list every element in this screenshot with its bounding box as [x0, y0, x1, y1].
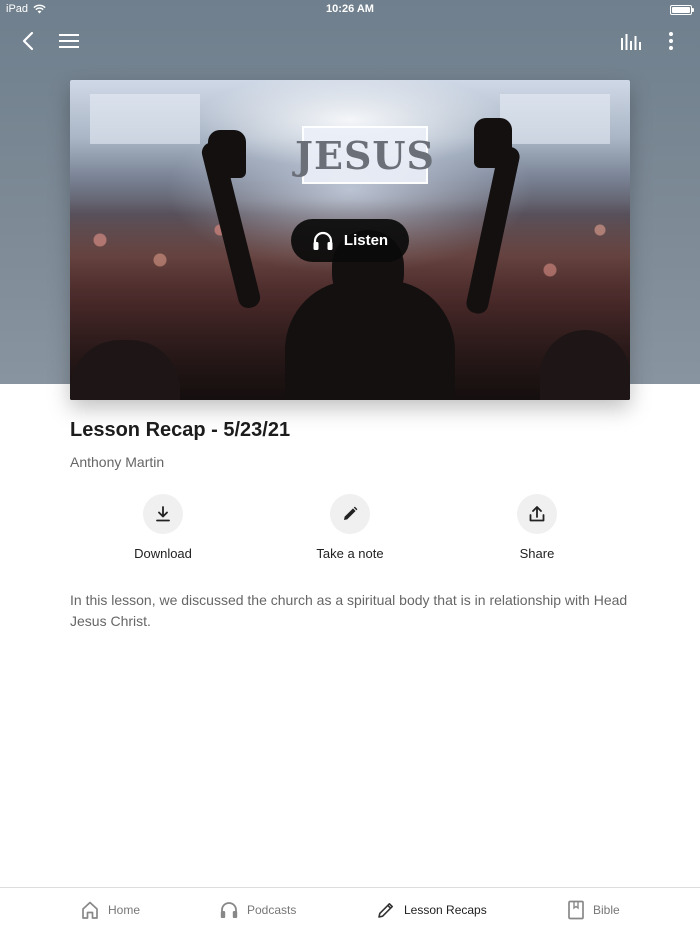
take-note-label: Take a note	[316, 546, 384, 561]
listen-button[interactable]: Listen	[291, 219, 409, 262]
status-bar: iPad 10:26 AM	[0, 0, 700, 20]
chevron-left-icon	[22, 31, 34, 51]
download-label: Download	[134, 546, 192, 561]
share-icon	[529, 506, 545, 522]
equalizer-icon	[621, 34, 641, 50]
tab-podcasts-label: Podcasts	[247, 903, 297, 917]
share-label: Share	[519, 546, 555, 561]
silhouette-left-hand	[208, 130, 246, 178]
tab-lesson-recaps-label: Lesson Recaps	[404, 903, 487, 917]
download-button[interactable]: Download	[93, 494, 233, 561]
pencil-icon	[378, 903, 393, 918]
more-button[interactable]	[656, 26, 686, 56]
back-button[interactable]	[13, 26, 43, 56]
lesson-title: Lesson Recap - 5/23/21	[70, 419, 291, 441]
menu-button[interactable]	[54, 26, 84, 56]
home-icon	[82, 901, 98, 919]
lesson-author: Anthony Martin	[70, 454, 165, 470]
tab-bible[interactable]: Bible	[567, 900, 620, 920]
tab-bible-label: Bible	[593, 903, 620, 917]
listen-label: Listen	[343, 232, 389, 249]
tab-home[interactable]: Home	[80, 900, 140, 920]
lesson-description: In this lesson, we discussed the church …	[70, 592, 628, 629]
stage-screen-right	[500, 94, 610, 144]
share-button[interactable]: Share	[467, 494, 607, 561]
stage-sign-text: JESUS	[295, 132, 435, 178]
take-note-circle	[330, 494, 370, 534]
headphones-icon	[220, 902, 238, 918]
status-time: 10:26 AM	[326, 3, 374, 15]
stage-sign: JESUS	[295, 126, 434, 184]
equalizer-button[interactable]	[616, 26, 646, 56]
bottom-tab-bar: Home Podcasts Lesson Recaps Bible	[0, 887, 700, 934]
take-note-button[interactable]: Take a note	[280, 494, 420, 561]
tab-podcasts[interactable]: Podcasts	[219, 900, 296, 920]
share-circle	[517, 494, 557, 534]
battery-icon	[670, 5, 694, 15]
hamburger-icon	[59, 34, 79, 48]
download-circle	[143, 494, 183, 534]
headphones-icon	[313, 231, 333, 250]
stage-screen-left	[90, 94, 200, 144]
download-icon	[156, 506, 170, 522]
book-icon	[568, 900, 584, 920]
more-vertical-icon	[669, 32, 673, 50]
tab-lesson-recaps[interactable]: Lesson Recaps	[376, 900, 487, 920]
pencil-icon	[344, 506, 358, 520]
tab-home-label: Home	[108, 903, 141, 917]
silhouette-right-hand	[474, 118, 512, 168]
